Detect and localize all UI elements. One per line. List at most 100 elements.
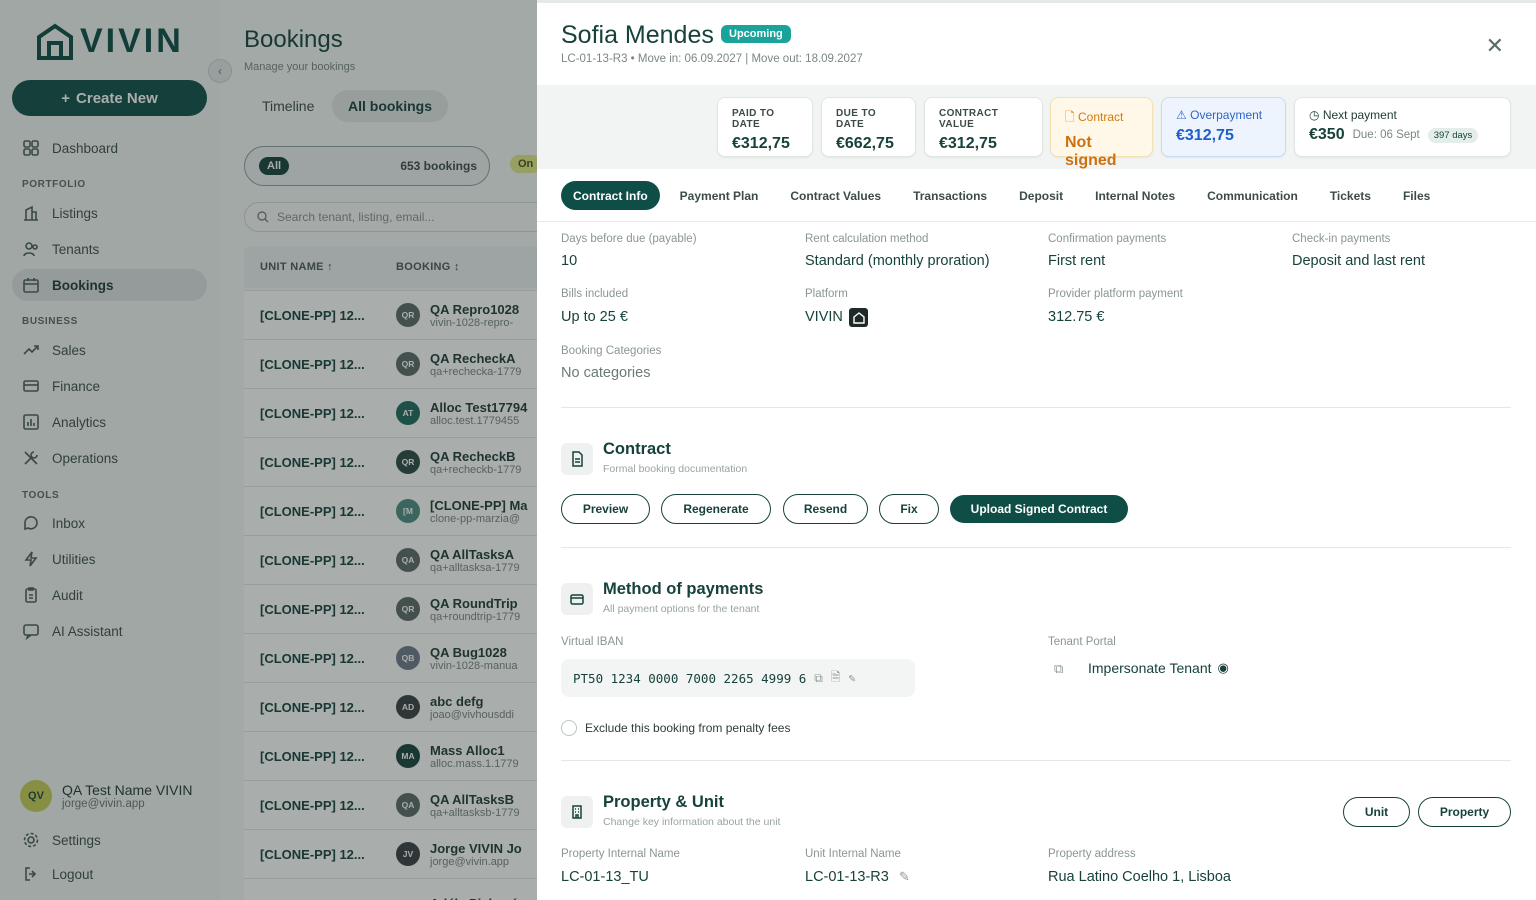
tab-tickets[interactable]: Tickets <box>1318 181 1383 210</box>
iban-value: PT50 1234 0000 7000 2265 4999 6 <box>573 670 807 686</box>
unit-button[interactable]: Unit <box>1343 797 1410 827</box>
tenant-name: Sofia Mendes <box>561 21 714 49</box>
unit-internal-label: Unit Internal Name <box>805 848 901 860</box>
upload-signed-contract-button[interactable]: Upload Signed Contract <box>950 495 1128 523</box>
pencil-icon[interactable]: ✎ <box>899 869 910 885</box>
divider <box>561 760 1511 761</box>
days-before-value: 10 <box>561 253 578 269</box>
kpi-label: CONTRACT VALUE <box>939 108 999 130</box>
kpi-overpayment[interactable]: ⚠ Overpayment €312,75 <box>1161 97 1286 157</box>
kpi-due: DUE TO DATE €662,75 <box>821 97 916 157</box>
pencil-icon[interactable]: ✎ <box>849 671 856 685</box>
next-due-date: Due: 06 Sept <box>1352 129 1420 141</box>
penalty-radio[interactable] <box>561 720 577 736</box>
booking-drawer: Sofia Mendes Upcoming LC-01-13-R3 • Move… <box>537 0 1536 900</box>
kpi-label: PAID TO DATE <box>732 108 775 130</box>
property-title: Property & Unit <box>603 793 725 811</box>
property-section-icon <box>561 796 593 828</box>
kpi-label-text: Contract <box>1078 110 1124 124</box>
confirmation-label: Confirmation payments <box>1048 233 1167 245</box>
kpi-label-text: Overpayment <box>1190 108 1263 122</box>
property-button[interactable]: Property <box>1418 797 1511 827</box>
divider <box>561 407 1511 408</box>
payments-subtitle: All payment options for the tenant <box>603 603 760 615</box>
property-internal-label: Property Internal Name <box>561 848 680 860</box>
kpi-value: €350 <box>1309 126 1345 143</box>
building-icon <box>572 805 582 819</box>
impersonate-link[interactable]: Impersonate Tenant ◉ <box>1088 660 1229 676</box>
unit-internal-value: LC-01-13-R3 <box>805 869 889 885</box>
impersonate-label: Impersonate Tenant <box>1088 660 1212 676</box>
payments-title: Method of payments <box>603 580 764 598</box>
provider-label: Provider platform payment <box>1048 288 1183 300</box>
confirmation-value: First rent <box>1048 253 1106 269</box>
penalty-label: Exclude this booking from penalty fees <box>585 721 791 735</box>
tab-communication[interactable]: Communication <box>1195 181 1310 210</box>
payments-section-icon <box>561 583 593 615</box>
categories-value: No categories <box>561 365 651 381</box>
kpi-label: 🗋 Contract <box>1065 108 1138 129</box>
contract-section-icon <box>561 443 593 475</box>
kpi-value: €312,75 <box>1176 127 1234 144</box>
clock-icon: ◷ <box>1309 108 1320 122</box>
tab-contract-values[interactable]: Contract Values <box>778 181 893 210</box>
property-subtitle: Change key information about the unit <box>603 816 781 828</box>
checkin-label: Check-in payments <box>1292 233 1391 245</box>
tab-transactions[interactable]: Transactions <box>901 181 999 210</box>
kpi-contract[interactable]: 🗋 Contract Not signed <box>1050 97 1153 169</box>
iban-field: PT50 1234 0000 7000 2265 4999 6 ⧉ 🗎 ✎ <box>561 659 915 697</box>
divider <box>561 547 1511 548</box>
days-badge: 397 days <box>1427 127 1479 143</box>
kpi-value: €312,75 <box>732 135 790 152</box>
credit-card-icon <box>570 594 584 605</box>
kpi-next-payment[interactable]: ◷ Next payment €350 Due: 06 Sept 397 day… <box>1294 97 1511 157</box>
iban-label: Virtual IBAN <box>561 636 624 648</box>
document-icon: 🗋 <box>1065 110 1075 124</box>
provider-value: 312.75 € <box>1048 309 1105 325</box>
rent-calc-label: Rent calculation method <box>805 233 929 245</box>
tab-files[interactable]: Files <box>1391 181 1442 210</box>
regenerate-button[interactable]: Regenerate <box>661 494 771 524</box>
tabs-divider <box>537 221 1536 222</box>
resend-button[interactable]: Resend <box>783 494 868 524</box>
bills-value: Up to 25 € <box>561 309 628 325</box>
kpi-value: Not signed <box>1065 134 1117 169</box>
eye-icon: ◉ <box>1217 660 1229 675</box>
preview-button[interactable]: Preview <box>561 494 650 524</box>
kpi-paid: PAID TO DATE €312,75 <box>717 97 813 157</box>
kpi-band: PAID TO DATE €312,75 DUE TO DATE €662,75… <box>537 85 1536 169</box>
tab-internal-notes[interactable]: Internal Notes <box>1083 181 1187 210</box>
platform-logo-icon <box>849 308 868 327</box>
kpi-label-text: Next payment <box>1322 108 1397 122</box>
kpi-value: €312,75 <box>939 135 997 152</box>
platform-value: VIVIN <box>805 309 843 325</box>
categories-label: Booking Categories <box>561 345 662 357</box>
kpi-contract-value: CONTRACT VALUE €312,75 <box>924 97 1043 157</box>
tab-contract-info[interactable]: Contract Info <box>561 181 660 210</box>
rent-calc-value: Standard (monthly proration) <box>805 253 990 269</box>
days-before-label: Days before due (payable) <box>561 233 697 245</box>
modal-overlay[interactable] <box>0 0 540 900</box>
booking-meta: LC-01-13-R3 • Move in: 06.09.2027 | Move… <box>561 53 863 65</box>
contract-title: Contract <box>603 440 671 458</box>
tab-deposit[interactable]: Deposit <box>1007 181 1075 210</box>
drawer-tabs: Contract Info Payment Plan Contract Valu… <box>561 181 1450 210</box>
document-icon[interactable]: 🗎 <box>831 668 841 689</box>
bills-label: Bills included <box>561 288 629 300</box>
copy-icon[interactable]: ⧉ <box>814 671 823 686</box>
checkin-value: Deposit and last rent <box>1292 253 1425 269</box>
kpi-label: DUE TO DATE <box>836 108 876 130</box>
kpi-label: ◷ Next payment <box>1309 108 1496 122</box>
contract-subtitle: Formal booking documentation <box>603 463 748 475</box>
copy-icon[interactable]: ⧉ <box>1054 661 1063 677</box>
fix-button[interactable]: Fix <box>879 494 939 524</box>
status-badge: Upcoming <box>721 25 791 43</box>
property-internal-value: LC-01-13_TU <box>561 869 649 885</box>
tab-payment-plan[interactable]: Payment Plan <box>668 181 771 210</box>
file-icon <box>572 451 583 467</box>
portal-label: Tenant Portal <box>1048 636 1116 648</box>
close-icon[interactable]: ✕ <box>1486 33 1504 59</box>
platform-label: Platform <box>805 288 848 300</box>
kpi-label: ⚠ Overpayment <box>1176 108 1271 122</box>
address-label: Property address <box>1048 848 1136 860</box>
